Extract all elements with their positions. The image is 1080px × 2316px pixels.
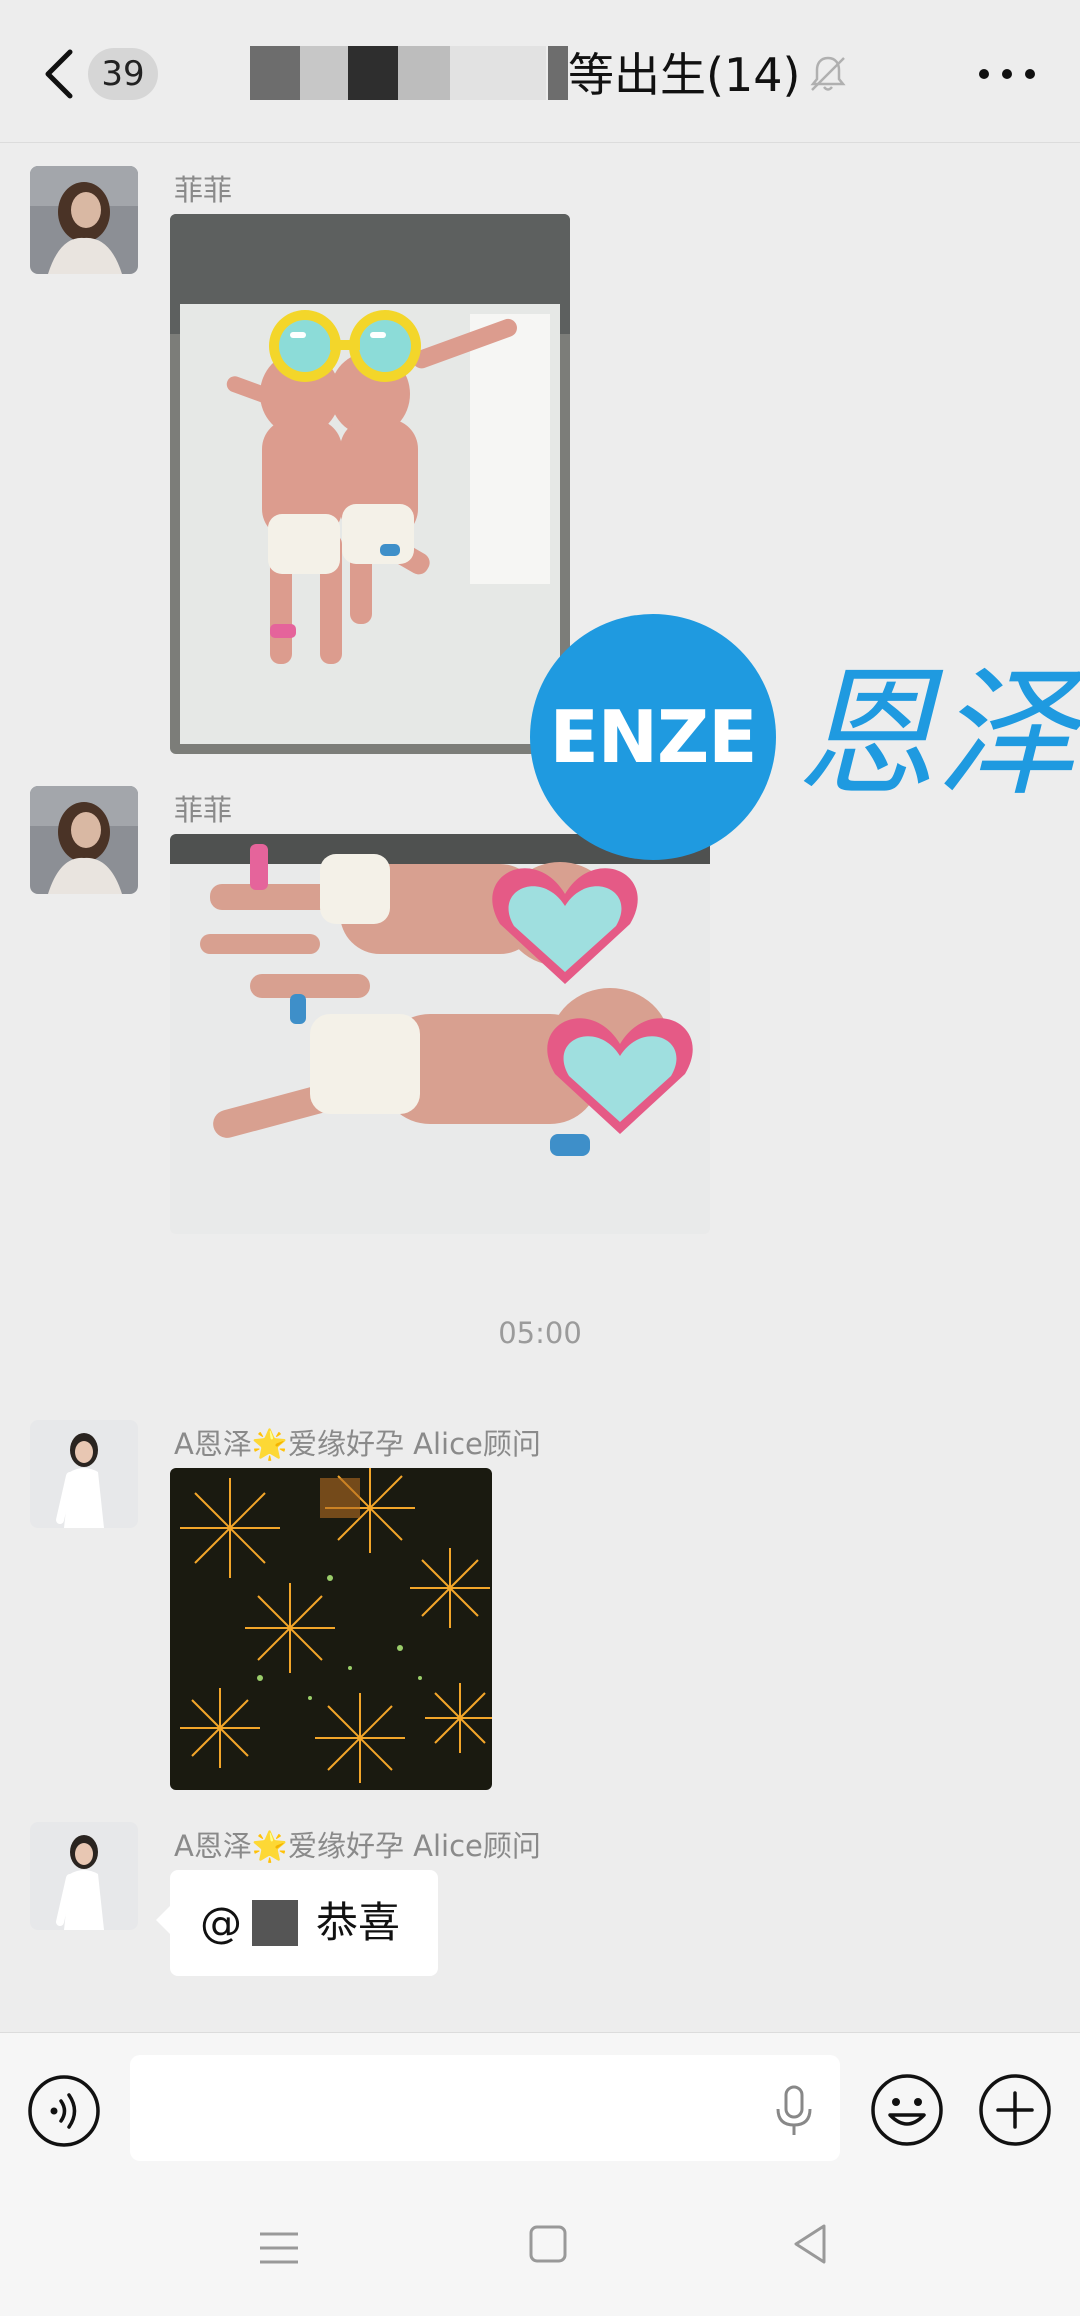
home-icon[interactable] — [528, 2224, 568, 2264]
plus-icon[interactable] — [976, 2071, 1054, 2149]
chat-title[interactable]: 等出生(14) — [568, 40, 800, 110]
twins-photo-bed[interactable] — [170, 834, 710, 1234]
bell-muted-icon — [810, 56, 846, 91]
mention-at-symbol: @ — [200, 1898, 242, 1947]
redacted-mention-block — [252, 1900, 298, 1946]
enze-watermark-chinese: 恩泽 — [796, 653, 1077, 816]
recent-apps-icon[interactable] — [256, 2224, 302, 2272]
redacted-title-block — [450, 46, 546, 100]
microphone-icon[interactable] — [770, 2083, 818, 2139]
avatar[interactable] — [30, 1420, 138, 1528]
chat-header: 39 等出生(14) — [0, 0, 1080, 143]
redacted-title-block — [250, 46, 300, 100]
sender-name: 菲菲 — [174, 793, 233, 827]
emoji-icon[interactable] — [868, 2071, 946, 2149]
back-arrow-icon[interactable] — [36, 44, 86, 104]
message-timestamp: 05:00 — [498, 1316, 582, 1350]
more-options-icon[interactable] — [972, 54, 1042, 94]
redacted-title-block — [300, 46, 348, 100]
unread-count-badge[interactable]: 39 — [88, 48, 158, 100]
message-input[interactable] — [130, 2055, 840, 2161]
redacted-title-block — [348, 46, 398, 100]
system-navigation-bar — [0, 2182, 1080, 2316]
sender-name: A恩泽🌟爱缘好孕 Alice顾问 — [174, 1829, 541, 1863]
avatar[interactable] — [30, 786, 138, 894]
enze-watermark-logo: ENZE — [530, 614, 776, 860]
input-bar — [0, 2032, 1080, 2183]
enze-watermark-text: ENZE — [549, 695, 758, 779]
sender-name: A恩泽🌟爱缘好孕 Alice顾问 — [174, 1427, 541, 1461]
message-bubble[interactable]: @ 恭喜 — [156, 1870, 438, 1976]
avatar[interactable] — [30, 1822, 138, 1930]
redacted-title-block — [398, 46, 450, 100]
avatar[interactable] — [30, 166, 138, 274]
system-back-icon[interactable] — [790, 2222, 830, 2266]
fireworks-image[interactable] — [170, 1468, 492, 1790]
twins-photo-incubator[interactable] — [170, 214, 570, 754]
message-text: 恭喜 — [316, 1898, 401, 1947]
redacted-title-block — [548, 46, 568, 100]
voice-mode-icon[interactable] — [26, 2073, 102, 2149]
sender-name: 菲菲 — [174, 173, 233, 207]
